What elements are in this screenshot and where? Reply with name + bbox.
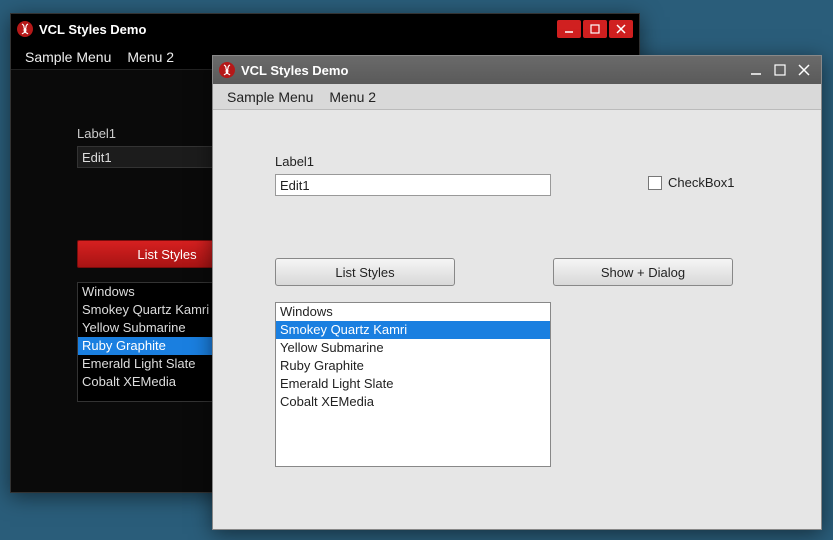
checkbox1[interactable]: CheckBox1 xyxy=(648,175,734,190)
close-button[interactable] xyxy=(609,20,633,38)
minimize-button[interactable] xyxy=(557,20,581,38)
list-item[interactable]: Emerald Light Slate xyxy=(276,375,550,393)
minimize-button[interactable] xyxy=(745,61,767,79)
show-dialog-button[interactable]: Show + Dialog xyxy=(553,258,733,286)
list-item[interactable]: Smokey Quartz Kamri xyxy=(276,321,550,339)
titlebar[interactable]: VCL Styles Demo xyxy=(11,14,639,44)
menu-sample-menu[interactable]: Sample Menu xyxy=(17,46,119,68)
label1: Label1 xyxy=(275,154,314,169)
menu-menu-2[interactable]: Menu 2 xyxy=(321,86,384,108)
maximize-button[interactable] xyxy=(583,20,607,38)
menubar: Sample Menu Menu 2 xyxy=(213,84,821,110)
menu-sample-menu[interactable]: Sample Menu xyxy=(219,86,321,108)
checkbox-icon xyxy=(648,176,662,190)
menu-menu-2[interactable]: Menu 2 xyxy=(119,46,182,68)
label1: Label1 xyxy=(77,126,116,141)
styles-listbox[interactable]: WindowsSmokey Quartz KamriYellow Submari… xyxy=(275,302,551,467)
checkbox1-label: CheckBox1 xyxy=(668,175,734,190)
app-icon xyxy=(219,62,235,78)
close-button[interactable] xyxy=(793,61,815,79)
edit1-input[interactable] xyxy=(275,174,551,196)
client-area: Label1 CheckBox1 List Styles Show + Dial… xyxy=(213,110,821,529)
list-item[interactable]: Ruby Graphite xyxy=(276,357,550,375)
list-item[interactable]: Windows xyxy=(276,303,550,321)
window-title: VCL Styles Demo xyxy=(241,63,348,78)
window-default: VCL Styles Demo Sample Menu Menu 2 Label… xyxy=(212,55,822,530)
titlebar[interactable]: VCL Styles Demo xyxy=(213,56,821,84)
list-item[interactable]: Cobalt XEMedia xyxy=(276,393,550,411)
window-title: VCL Styles Demo xyxy=(39,22,146,37)
app-icon xyxy=(17,21,33,37)
list-item[interactable]: Yellow Submarine xyxy=(276,339,550,357)
list-styles-button[interactable]: List Styles xyxy=(275,258,455,286)
maximize-button[interactable] xyxy=(769,61,791,79)
